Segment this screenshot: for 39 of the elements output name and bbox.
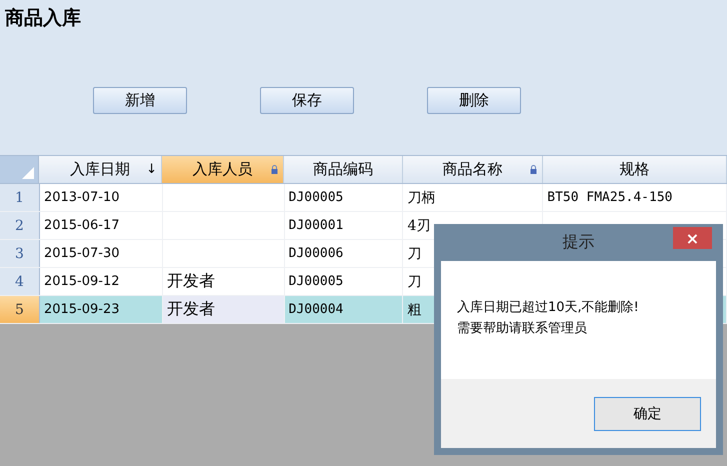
ok-button[interactable]: 确定 — [594, 396, 701, 430]
table-cell: 刀 — [407, 272, 422, 290]
triangle-icon — [22, 167, 34, 179]
table-cell: 开发者 — [166, 299, 215, 320]
dialog-title: 提示 — [562, 232, 594, 253]
table-cell: 粗 — [407, 300, 422, 318]
table-cell: 2015-07-30 — [44, 246, 120, 261]
column-header[interactable]: 商品名称 — [403, 156, 543, 183]
table-cell: DJ00005 — [288, 274, 344, 289]
message-text: 需要帮助请联系管理员 — [457, 320, 588, 338]
row-number[interactable]: 2 — [0, 212, 40, 239]
page-title: 商品入库 — [5, 6, 81, 31]
table-cell: 开发者 — [166, 271, 215, 292]
table-cell: 2013-07-10 — [44, 190, 120, 205]
table-cell: DJ00004 — [288, 302, 344, 317]
row-number[interactable]: 4 — [0, 268, 40, 295]
table-cell: 2015-09-23 — [44, 302, 120, 317]
select-all-corner[interactable] — [0, 156, 39, 183]
table-cell: DJ00005 — [288, 190, 344, 205]
sort-indicator: ↓ — [146, 162, 157, 177]
table-cell: 刀 — [407, 244, 422, 262]
toolbar-button[interactable]: 删除 — [427, 87, 521, 114]
message-text: 入库日期已超过10天,不能删除! — [457, 299, 640, 317]
table-cell: 2015-09-12 — [44, 274, 120, 289]
table-cell: 4刃 — [407, 216, 430, 234]
row-number[interactable]: 3 — [0, 240, 40, 267]
table-cell: BT50 FMA25.4-150 — [547, 190, 672, 205]
row-number[interactable]: 5 — [0, 296, 40, 323]
close-button[interactable]: × — [673, 227, 712, 249]
row-number[interactable]: 1 — [0, 184, 40, 211]
table-cell: DJ00001 — [288, 218, 344, 233]
table-cell: 刀柄 — [407, 188, 436, 206]
column-header[interactable]: 商品编码 — [284, 156, 403, 183]
toolbar-button[interactable]: 保存 — [260, 87, 354, 114]
table-cell: 2015-06-17 — [44, 218, 120, 233]
toolbar-button[interactable]: 新增 — [93, 87, 187, 114]
table-cell: DJ00006 — [288, 246, 344, 261]
column-header[interactable]: 入库人员 — [162, 156, 284, 183]
column-header[interactable]: 规格 — [543, 156, 727, 183]
